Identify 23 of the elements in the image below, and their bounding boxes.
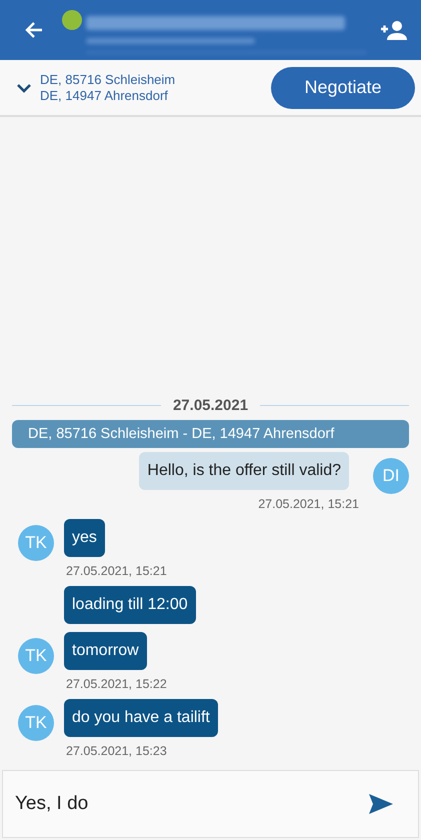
message-time: 27.05.2021, 15:21 — [258, 497, 359, 511]
date-separator: 27.05.2021 — [172, 397, 248, 414]
message-bubble: Hello, is the offer still valid? — [139, 452, 349, 490]
back-icon[interactable] — [24, 20, 44, 40]
message-bubble: loading till 12:00 — [64, 586, 196, 624]
avatar: TK — [18, 525, 54, 561]
message-bubble: do you have a tailift — [64, 699, 218, 737]
message-input[interactable]: Yes, I do — [2, 770, 419, 838]
route-banner: DE, 85716 Schleisheim - DE, 14947 Ahrensdorf — [12, 420, 409, 448]
chevron-down-icon[interactable] — [16, 82, 32, 92]
message-bubble: yes — [64, 519, 105, 557]
add-person-icon[interactable] — [381, 20, 407, 40]
message-time: 27.05.2021, 15:21 — [66, 564, 168, 578]
origin-address: DE, 85716 Schleisheim — [40, 72, 176, 88]
negotiate-button[interactable]: Negotiate — [271, 66, 415, 108]
avatar: DI — [373, 458, 409, 494]
message-time: 27.05.2021, 15:23 — [66, 744, 168, 758]
message-time: 27.05.2021, 15:22 — [66, 677, 168, 691]
destination-address: DE, 14947 Ahrensdorf — [40, 88, 169, 104]
avatar: TK — [18, 705, 54, 741]
send-icon[interactable] — [369, 794, 393, 814]
message-bubble: tomorrow — [64, 632, 147, 670]
avatar: TK — [18, 638, 54, 674]
